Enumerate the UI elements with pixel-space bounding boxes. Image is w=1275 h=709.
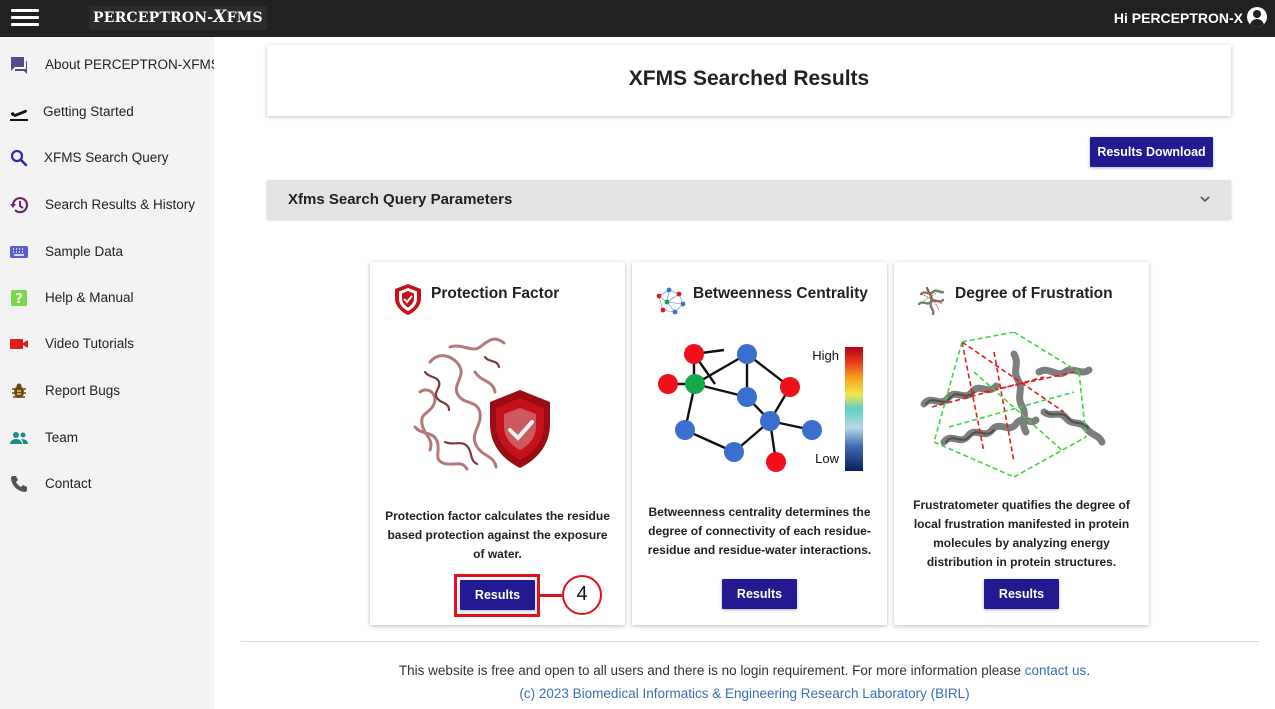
card-description: Frustratometer quatifies the degree of l… bbox=[913, 498, 1130, 569]
query-parameters-accordion[interactable]: Xfms Search Query Parameters bbox=[267, 180, 1231, 219]
legend-low-label: Low bbox=[815, 451, 839, 466]
contact-us-link[interactable]: contact us bbox=[1025, 663, 1087, 678]
footer-copyright[interactable]: (c) 2023 Biomedical Informatics & Engine… bbox=[214, 686, 1275, 701]
sidebar-item-label: XFMS Search Query bbox=[44, 150, 169, 165]
sidebar-item-label: Contact bbox=[45, 476, 92, 491]
card-description: Protection factor calculates the residue… bbox=[385, 509, 610, 561]
chat-icon bbox=[11, 57, 27, 74]
card-title: Degree of Frustration bbox=[955, 285, 1113, 302]
footer-divider bbox=[241, 641, 1259, 642]
chevron-down-icon[interactable] bbox=[1199, 193, 1211, 205]
protein-shield-illustration bbox=[413, 337, 550, 471]
brand-name: PERCEPTRON bbox=[93, 10, 208, 26]
sidebar-item-label: Search Results & History bbox=[45, 197, 196, 212]
sidebar-item-help-manual[interactable]: ? Help & Manual bbox=[0, 283, 214, 313]
protein-icon bbox=[917, 286, 945, 316]
sidebar-item-video-tutorials[interactable]: Video Tutorials bbox=[0, 329, 214, 359]
menu-icon[interactable] bbox=[11, 6, 39, 30]
takeoff-icon bbox=[10, 109, 28, 121]
page-title: XFMS Searched Results bbox=[628, 67, 870, 90]
protection-factor-card: Protection Factor Protection factor calc… bbox=[370, 262, 625, 625]
card-title: Betweenness Centrality bbox=[693, 285, 868, 302]
sidebar-item-label: About PERCEPTRON-XFMS bbox=[45, 57, 220, 72]
network-icon bbox=[656, 287, 686, 315]
sidebar-item-report-bugs[interactable]: Report Bugs bbox=[0, 376, 214, 406]
shield-icon bbox=[395, 284, 421, 315]
sidebar-item-results-history[interactable]: Search Results & History bbox=[0, 190, 214, 220]
history-icon bbox=[10, 197, 29, 214]
keyboard-icon bbox=[10, 246, 28, 258]
brand-x: X bbox=[213, 7, 227, 27]
svg-text:?: ? bbox=[15, 292, 23, 307]
sidebar-item-contact[interactable]: Contact bbox=[0, 469, 214, 499]
step-callout: 4 bbox=[562, 575, 602, 615]
brand-logo[interactable]: PERCEPTRON-XFMS bbox=[89, 6, 267, 30]
results-download-button[interactable]: Results Download bbox=[1090, 137, 1213, 167]
accordion-label: Xfms Search Query Parameters bbox=[288, 191, 513, 208]
degree-of-frustration-card: Degree of Frustration Frustratometer qua… bbox=[894, 262, 1149, 625]
frustration-illustration bbox=[920, 332, 1106, 478]
sidebar-item-search-query[interactable]: XFMS Search Query bbox=[0, 143, 214, 173]
card-title: Protection Factor bbox=[431, 285, 560, 302]
network-graph-illustration: High Low bbox=[658, 344, 863, 472]
sidebar-item-getting-started[interactable]: Getting Started bbox=[0, 97, 214, 127]
sidebar-item-label: Video Tutorials bbox=[45, 336, 135, 351]
legend-high-label: High bbox=[812, 348, 839, 363]
main-content: XFMS Searched Results Results Download X… bbox=[214, 37, 1275, 709]
account-circle-icon[interactable] bbox=[1247, 7, 1267, 27]
bug-icon bbox=[12, 383, 26, 398]
sidebar-item-label: Report Bugs bbox=[45, 383, 121, 398]
callout-connector bbox=[540, 594, 562, 597]
degree-of-frustration-results-button[interactable]: Results bbox=[984, 579, 1059, 609]
help-icon: ? bbox=[11, 290, 27, 307]
video-icon bbox=[10, 339, 28, 349]
sidebar-item-label: Sample Data bbox=[45, 244, 124, 259]
phone-icon bbox=[11, 476, 27, 492]
card-description: Betweenness centrality determines the de… bbox=[647, 505, 872, 557]
search-icon bbox=[10, 149, 28, 167]
footer-text: This website is free and open to all use… bbox=[398, 663, 1021, 678]
sidebar-item-sample-data[interactable]: Sample Data bbox=[0, 237, 214, 267]
footer-period: . bbox=[1086, 663, 1091, 678]
sidebar-item-about[interactable]: About PERCEPTRON-XFMS bbox=[0, 50, 220, 80]
brand-suffix: FMS bbox=[226, 10, 263, 26]
title-card: XFMS Searched Results bbox=[267, 45, 1231, 116]
user-greeting: Hi PERCEPTRON-X bbox=[1113, 10, 1243, 26]
sidebar: About PERCEPTRON-XFMS Getting Started XF… bbox=[0, 37, 220, 709]
footer-note: This website is free and open to all use… bbox=[214, 663, 1275, 678]
betweenness-centrality-card: Betweenness Centrality High Low Betweenn… bbox=[632, 262, 887, 625]
team-icon bbox=[10, 432, 28, 444]
top-app-bar: PERCEPTRON-XFMS Hi PERCEPTRON-X bbox=[0, 0, 1275, 37]
sidebar-item-team[interactable]: Team bbox=[0, 423, 214, 453]
sidebar-item-label: Team bbox=[45, 430, 79, 445]
sidebar-item-label: Help & Manual bbox=[45, 290, 134, 305]
highlight-box bbox=[454, 574, 540, 617]
betweenness-centrality-results-button[interactable]: Results bbox=[722, 579, 797, 609]
sidebar-item-label: Getting Started bbox=[43, 104, 134, 119]
